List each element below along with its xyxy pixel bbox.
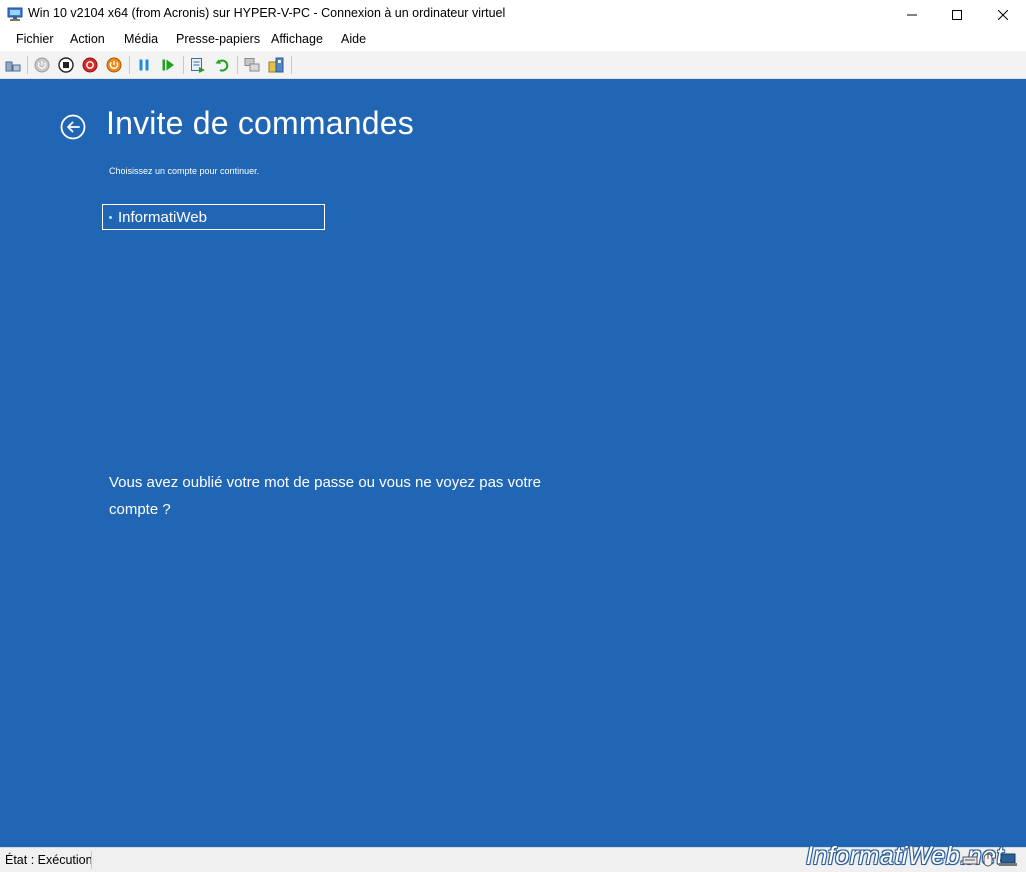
- resume-icon: [162, 59, 174, 71]
- menu-presse-papiers[interactable]: Presse-papiers: [176, 32, 260, 46]
- checkpoint-icon: [191, 58, 205, 73]
- share-button[interactable]: [267, 56, 285, 74]
- status-bar: État : Exécution InformatiWeb.net: [0, 842, 1026, 872]
- power-button[interactable]: [105, 56, 123, 74]
- pause-icon: [139, 59, 149, 71]
- menu-media[interactable]: Média: [124, 32, 158, 46]
- close-icon: [998, 9, 1008, 20]
- minimize-icon: [907, 14, 917, 15]
- status-text: État : Exécution: [5, 853, 93, 867]
- turn-off-button[interactable]: [57, 56, 75, 74]
- back-arrow-icon: [60, 114, 86, 140]
- bullet-icon: [109, 215, 112, 219]
- forgot-password-link[interactable]: Vous avez oublié votre mot de passe ou v…: [109, 469, 569, 523]
- enhanced-session-button[interactable]: [243, 56, 261, 74]
- keyboard-icon: [962, 852, 978, 868]
- revert-icon: [215, 59, 229, 72]
- account-name: InformatiWeb: [118, 208, 207, 226]
- toolbar-separator: [291, 56, 292, 74]
- vm-screen[interactable]: Invite de commandes Choisissez un compte…: [0, 79, 1026, 847]
- start-button[interactable]: [33, 56, 51, 74]
- ctrl-alt-del-button[interactable]: [4, 56, 22, 74]
- ctrl-alt-del-icon: [5, 61, 21, 72]
- page-title: Invite de commandes: [106, 105, 414, 141]
- window-title: Win 10 v2104 x64 (from Acronis) sur HYPE…: [28, 6, 506, 20]
- toolbar-separator: [183, 56, 184, 74]
- revert-button[interactable]: [213, 56, 231, 74]
- network-icon: [998, 852, 1017, 868]
- menu-fichier[interactable]: Fichier: [16, 32, 54, 46]
- toolbar-separator: [129, 56, 130, 74]
- menu-affichage[interactable]: Affichage: [271, 32, 323, 46]
- turn-off-icon: [58, 57, 74, 73]
- maximize-button[interactable]: [934, 0, 980, 29]
- toolbar: [0, 51, 1026, 79]
- checkpoint-button[interactable]: [189, 56, 207, 74]
- minimize-button[interactable]: [889, 0, 935, 29]
- page-subtitle: Choisissez un compte pour continuer.: [109, 166, 260, 176]
- menu-action[interactable]: Action: [70, 32, 105, 46]
- maximize-icon: [952, 9, 962, 20]
- status-separator: [91, 851, 92, 869]
- menu-aide[interactable]: Aide: [341, 32, 366, 46]
- account-informatiweb[interactable]: InformatiWeb: [102, 204, 325, 230]
- share-icon: [268, 57, 284, 73]
- shut-down-icon: [82, 57, 98, 73]
- close-button[interactable]: [980, 0, 1026, 29]
- toolbar-separator: [237, 56, 238, 74]
- vm-connect-icon: [7, 6, 23, 22]
- resume-button[interactable]: [159, 56, 177, 74]
- shut-down-button[interactable]: [81, 56, 99, 74]
- enhanced-session-icon: [244, 58, 260, 72]
- toolbar-separator: [27, 56, 28, 74]
- back-button[interactable]: [60, 114, 86, 140]
- start-icon: [34, 57, 50, 73]
- power-icon: [106, 57, 122, 73]
- menu-bar: Fichier Action Média Presse-papiers Affi…: [0, 29, 1026, 51]
- pause-button[interactable]: [135, 56, 153, 74]
- title-bar[interactable]: Win 10 v2104 x64 (from Acronis) sur HYPE…: [0, 0, 1026, 29]
- mouse-icon: [980, 852, 996, 868]
